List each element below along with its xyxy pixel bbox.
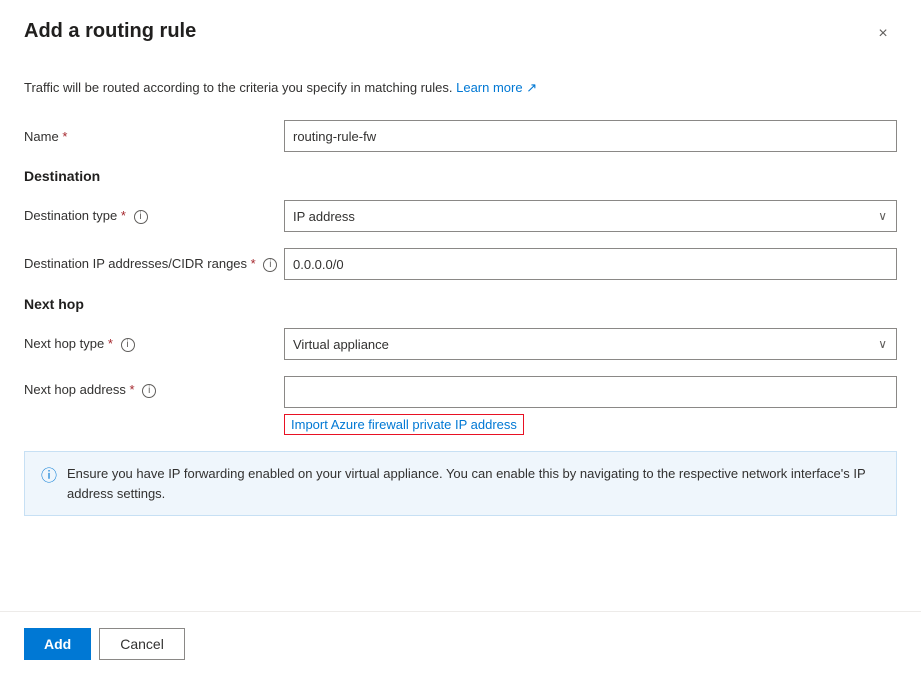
destination-ip-info-icon: i [263,258,277,272]
destination-type-select[interactable]: IP address [284,200,897,232]
destination-ip-input[interactable] [284,248,897,280]
next-hop-address-label: Next hop address * i [24,376,284,398]
next-hop-heading: Next hop [24,296,897,312]
add-button[interactable]: Add [24,628,91,660]
dialog-header: Add a routing rule × [0,0,921,64]
next-hop-address-row: Next hop address * i Import Azure firewa… [24,376,897,435]
destination-type-label: Destination type * i [24,208,284,224]
destination-type-select-wrapper: IP address [284,200,897,232]
next-hop-type-label: Next hop type * i [24,336,284,352]
next-hop-type-row: Next hop type * i Virtual appliance [24,328,897,360]
destination-type-row: Destination type * i IP address [24,200,897,232]
alert-text: Ensure you have IP forwarding enabled on… [67,464,880,503]
dialog-title: Add a routing rule [24,20,196,43]
destination-type-select-container: IP address [284,200,897,232]
next-hop-address-info-icon: i [142,384,156,398]
name-input[interactable] [284,120,897,152]
next-hop-type-info-icon: i [121,338,135,352]
ip-forwarding-alert: ⓘ Ensure you have IP forwarding enabled … [24,451,897,516]
dialog-footer: Add Cancel [0,611,921,676]
cancel-button[interactable]: Cancel [99,628,185,660]
external-link-icon: ↗ [526,80,537,95]
dialog-content: Traffic will be routed according to the … [0,64,921,611]
destination-ip-row: Destination IP addresses/CIDR ranges * i [24,248,897,280]
import-azure-firewall-link[interactable]: Import Azure firewall private IP address [284,414,524,435]
next-hop-type-select-wrapper: Virtual appliance [284,328,897,360]
alert-info-icon: ⓘ [41,465,57,489]
learn-more-link[interactable]: Learn more ↗ [456,80,537,95]
destination-ip-input-wrapper [284,248,897,280]
name-label: Name * [24,129,284,144]
next-hop-address-input-wrapper: Import Azure firewall private IP address [284,376,897,435]
next-hop-type-select[interactable]: Virtual appliance [284,328,897,360]
info-text: Traffic will be routed according to the … [24,80,897,96]
close-button[interactable]: × [869,20,897,48]
next-hop-type-select-container: Virtual appliance [284,328,897,360]
destination-heading: Destination [24,168,897,184]
name-input-wrapper [284,120,897,152]
name-row: Name * [24,120,897,152]
destination-type-info-icon: i [134,210,148,224]
next-hop-address-input[interactable] [284,376,897,408]
add-routing-rule-dialog: Add a routing rule × Traffic will be rou… [0,0,921,676]
destination-ip-label: Destination IP addresses/CIDR ranges * i [24,256,284,272]
